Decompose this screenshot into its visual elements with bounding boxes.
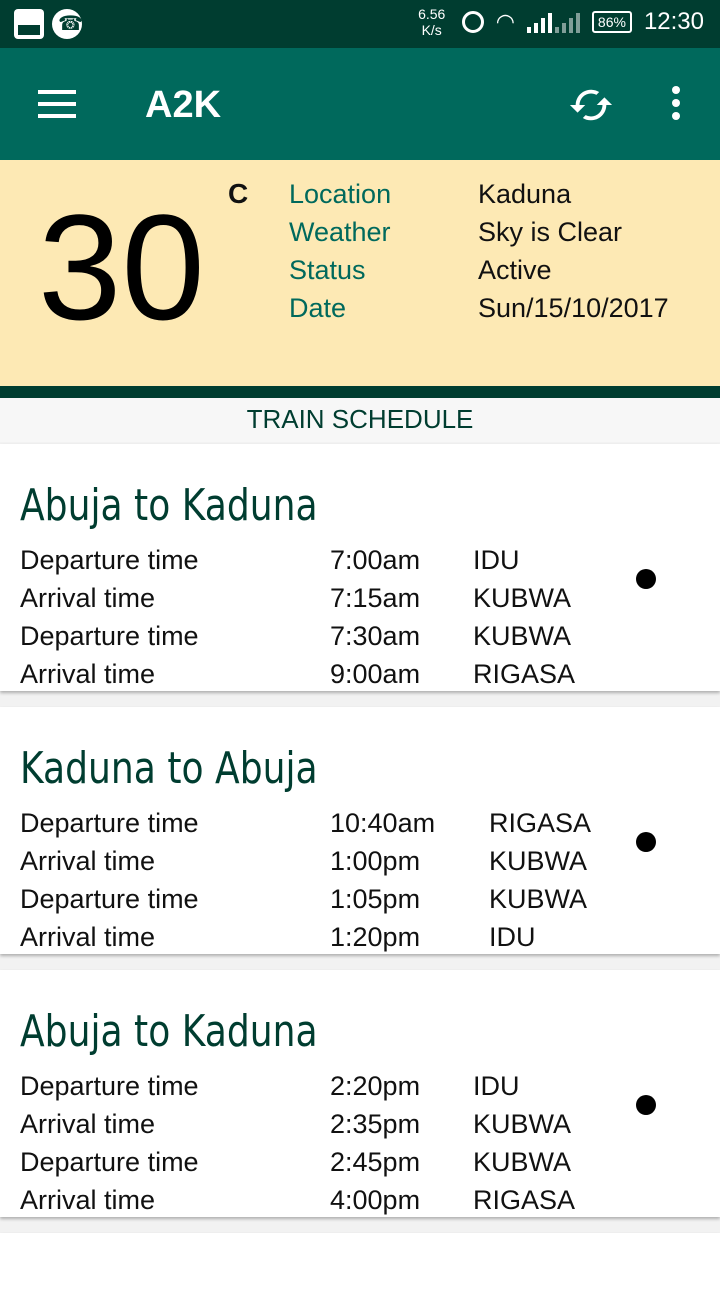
- network-speed-value: 6.56: [418, 6, 446, 22]
- schedule-card[interactable]: [0, 1233, 720, 1293]
- row-label: Departure time: [20, 545, 199, 575]
- weather-panel: 30 C Location Weather Status Date Kaduna…: [0, 160, 720, 386]
- status-bar: 6.56 K/s ◠ 86% 12:30: [0, 0, 720, 48]
- row-station: KUBWA: [473, 1109, 572, 1139]
- schedule-row: Arrival time 7:15am KUBWA: [20, 580, 660, 618]
- row-station: KUBWA: [489, 884, 588, 914]
- schedule-row: Departure time 7:30am KUBWA: [20, 618, 660, 656]
- date-value: Sun/15/10/2017: [478, 293, 669, 323]
- wifi-icon: ◠: [495, 9, 515, 35]
- row-label: Departure time: [20, 1071, 199, 1101]
- row-station: RIGASA: [489, 808, 592, 838]
- app-bar: A2K: [0, 48, 720, 160]
- schedule-row: Arrival time 1:20pm IDU: [20, 919, 660, 957]
- temperature: 30: [38, 183, 205, 351]
- row-time: 7:00am: [330, 545, 421, 575]
- weather-values: Kaduna Sky is Clear Active Sun/15/10/201…: [478, 176, 669, 328]
- schedule-row: Arrival time 4:00pm RIGASA: [20, 1182, 660, 1220]
- row-station: KUBWA: [473, 621, 572, 651]
- row-time: 2:20pm: [330, 1071, 421, 1101]
- status-dot-icon: [636, 569, 656, 589]
- row-station: KUBWA: [473, 1147, 572, 1177]
- network-speed: 6.56 K/s: [414, 6, 450, 38]
- app-title: A2K: [145, 84, 222, 126]
- row-label: Arrival time: [20, 922, 156, 952]
- divider: [0, 386, 720, 398]
- row-time: 4:00pm: [330, 1185, 421, 1215]
- row-time: 10:40am: [330, 808, 436, 838]
- schedule-row: Departure time 2:20pm IDU: [20, 1068, 660, 1106]
- more-options-icon[interactable]: [670, 86, 682, 125]
- status-label: Status: [289, 255, 366, 285]
- row-label: Arrival time: [20, 1109, 156, 1139]
- row-time: 2:35pm: [330, 1109, 421, 1139]
- system-icons: 6.56 K/s ◠ 86% 12:30: [414, 6, 704, 38]
- schedule-row: Departure time 10:40am RIGASA: [20, 805, 660, 843]
- schedule-row: Arrival time 2:35pm KUBWA: [20, 1106, 660, 1144]
- schedule-rows: Departure time 2:20pm IDU Arrival time 2…: [20, 1068, 660, 1220]
- row-time: 1:20pm: [330, 922, 421, 952]
- schedule-card[interactable]: Abuja to Kaduna Departure time 7:00am ID…: [0, 444, 720, 691]
- route-title: Abuja to Kaduna: [20, 480, 318, 531]
- refresh-icon[interactable]: [568, 82, 614, 128]
- status-dot-icon: [636, 832, 656, 852]
- row-station: RIGASA: [473, 1185, 576, 1215]
- schedule-row: Arrival time 1:00pm KUBWA: [20, 843, 660, 881]
- schedule-card[interactable]: Abuja to Kaduna Departure time 2:20pm ID…: [0, 970, 720, 1217]
- row-time: 7:15am: [330, 583, 421, 613]
- row-label: Arrival time: [20, 846, 156, 876]
- schedule-row: Departure time 7:00am IDU: [20, 542, 660, 580]
- clock: 12:30: [643, 8, 704, 35]
- phone-icon: [52, 9, 83, 39]
- row-station: KUBWA: [473, 583, 572, 613]
- location-label: Location: [289, 179, 392, 209]
- weather-labels: Location Weather Status Date: [289, 176, 391, 328]
- section-title: TRAIN SCHEDULE: [0, 398, 720, 442]
- schedule-row: Departure time 2:45pm KUBWA: [20, 1144, 660, 1182]
- alarm-icon: [461, 11, 484, 33]
- network-speed-unit: K/s: [421, 22, 442, 38]
- route-title: Kaduna to Abuja: [20, 743, 318, 794]
- row-time: 1:05pm: [330, 884, 421, 914]
- row-station: KUBWA: [489, 846, 588, 876]
- temperature-unit: C: [228, 178, 249, 209]
- row-label: Departure time: [20, 808, 199, 838]
- status-value: Active: [478, 255, 552, 285]
- row-station: IDU: [473, 1071, 520, 1101]
- schedule-rows: Departure time 7:00am IDU Arrival time 7…: [20, 542, 660, 694]
- row-label: Arrival time: [20, 1185, 156, 1215]
- row-time: 2:45pm: [330, 1147, 421, 1177]
- row-time: 9:00am: [330, 659, 421, 689]
- schedule-row: Arrival time 9:00am RIGASA: [20, 656, 660, 694]
- row-time: 1:00pm: [330, 846, 421, 876]
- row-label: Departure time: [20, 884, 199, 914]
- row-label: Arrival time: [20, 659, 156, 689]
- row-label: Departure time: [20, 621, 199, 651]
- menu-icon[interactable]: [38, 90, 76, 118]
- weather-value: Sky is Clear: [478, 217, 623, 247]
- battery-icon: 86%: [591, 11, 632, 33]
- row-station: IDU: [473, 545, 520, 575]
- row-label: Departure time: [20, 1147, 199, 1177]
- schedule-rows: Departure time 10:40am RIGASA Arrival ti…: [20, 805, 660, 957]
- row-station: IDU: [489, 922, 536, 952]
- weather-label: Weather: [289, 217, 391, 247]
- date-label: Date: [289, 293, 347, 323]
- row-station: RIGASA: [473, 659, 576, 689]
- schedule-card[interactable]: Kaduna to Abuja Departure time 10:40am R…: [0, 707, 720, 954]
- app-notification-icon: [14, 9, 44, 39]
- route-title: Abuja to Kaduna: [20, 1006, 318, 1057]
- notification-icons: [14, 9, 83, 39]
- location-value: Kaduna: [478, 179, 572, 209]
- status-dot-icon: [636, 1095, 656, 1115]
- signal-icon: [526, 11, 580, 33]
- row-time: 7:30am: [330, 621, 421, 651]
- row-label: Arrival time: [20, 583, 156, 613]
- schedule-row: Departure time 1:05pm KUBWA: [20, 881, 660, 919]
